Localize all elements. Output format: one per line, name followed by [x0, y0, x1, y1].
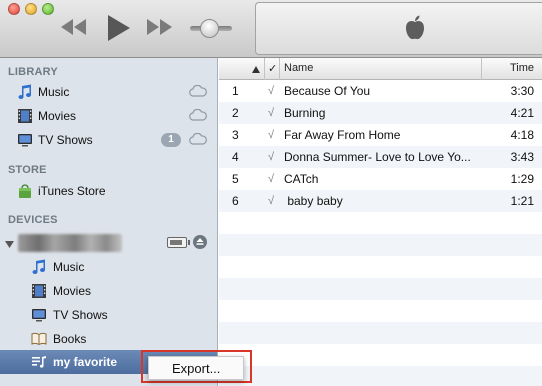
- device-name-obscured: [18, 234, 122, 252]
- now-playing-display: [255, 2, 542, 55]
- context-menu-item-export[interactable]: Export...: [172, 361, 220, 376]
- track-name: baby baby: [284, 194, 343, 208]
- sidebar-device[interactable]: [0, 230, 217, 256]
- close-window-button[interactable]: [8, 3, 20, 15]
- empty-row: [219, 366, 542, 386]
- library-header: LIBRARY: [8, 66, 58, 78]
- table-row[interactable]: 1 √ Because Of You 3:30: [219, 80, 542, 102]
- film-icon: [31, 283, 47, 299]
- empty-row: [219, 300, 542, 322]
- device-item-tv-shows[interactable]: TV Shows: [0, 303, 217, 327]
- fast-forward-icon[interactable]: [146, 18, 174, 36]
- track-checkbox[interactable]: √: [268, 151, 274, 163]
- store-header: STORE: [8, 164, 47, 176]
- volume-knob[interactable]: [200, 19, 219, 38]
- battery-icon: [167, 237, 190, 248]
- sidebar-item-label: Music: [38, 85, 70, 99]
- apple-logo-icon: [404, 15, 426, 44]
- icloud-icon[interactable]: [189, 108, 207, 124]
- empty-row: [219, 344, 542, 366]
- tv-icon: [31, 307, 47, 323]
- tv-icon: [17, 132, 33, 148]
- table-row[interactable]: 5 √ CATch 1:29: [219, 168, 542, 190]
- rewind-icon[interactable]: [60, 18, 88, 36]
- unwatched-count-badge: 1: [161, 133, 181, 147]
- devices-header: DEVICES: [8, 214, 58, 226]
- context-menu: Export...: [148, 356, 244, 380]
- sidebar-item-tv-shows[interactable]: TV Shows 1: [0, 128, 217, 152]
- sidebar-item-label: Movies: [38, 109, 77, 123]
- play-icon[interactable]: [106, 14, 132, 42]
- column-header-name[interactable]: Name: [284, 62, 313, 74]
- empty-row: [219, 278, 542, 300]
- track-checkbox[interactable]: √: [268, 107, 274, 119]
- table-row[interactable]: 4 √ Donna Summer- Love to Love Yo... 3:4…: [219, 146, 542, 168]
- disclosure-triangle-icon[interactable]: [5, 238, 14, 252]
- device-item-movies[interactable]: Movies: [0, 279, 217, 303]
- track-number: 5: [232, 172, 239, 186]
- music-note-icon: [17, 84, 33, 100]
- track-list: ✓ Name Time 1 √ Because Of You 3:30 2 √ …: [219, 58, 542, 386]
- track-checkbox[interactable]: √: [268, 195, 274, 207]
- music-note-icon: [31, 259, 47, 275]
- sidebar-item-label: Music: [53, 260, 85, 274]
- sidebar-item-label: Books: [53, 332, 87, 346]
- empty-row: [219, 234, 542, 256]
- track-time: 4:21: [510, 106, 534, 120]
- column-divider: [481, 58, 482, 80]
- table-row[interactable]: 6 √ baby baby 1:21: [219, 190, 542, 212]
- book-icon: [31, 331, 47, 347]
- empty-row: [219, 322, 542, 344]
- track-time: 1:21: [510, 194, 534, 208]
- shopping-bag-icon: [17, 183, 33, 199]
- track-name: Far Away From Home: [284, 128, 401, 142]
- track-number: 2: [232, 106, 239, 120]
- track-time: 4:18: [510, 128, 534, 142]
- track-time: 3:43: [510, 150, 534, 164]
- sidebar-item-label: TV Shows: [53, 308, 108, 322]
- column-divider: [279, 58, 280, 80]
- empty-row: [219, 212, 542, 234]
- minimize-window-button[interactable]: [25, 3, 37, 15]
- track-number: 4: [232, 150, 239, 164]
- sidebar-item-label: TV Shows: [38, 133, 93, 147]
- eject-icon[interactable]: [193, 235, 207, 249]
- track-name: Burning: [284, 106, 326, 120]
- sidebar-item-music[interactable]: Music: [0, 80, 217, 104]
- track-name: CATch: [284, 172, 319, 186]
- sort-ascending-icon[interactable]: [252, 64, 260, 76]
- column-divider: [264, 58, 265, 80]
- track-checkbox[interactable]: √: [268, 129, 274, 141]
- table-row[interactable]: 2 √ Burning 4:21: [219, 102, 542, 124]
- icloud-icon[interactable]: [189, 84, 207, 100]
- icloud-icon[interactable]: [189, 132, 207, 148]
- track-number: 6: [232, 194, 239, 208]
- playlist-icon: [31, 354, 47, 370]
- device-item-books[interactable]: Books: [0, 327, 217, 351]
- sidebar-item-itunes-store[interactable]: iTunes Store: [0, 179, 217, 203]
- sidebar-item-movies[interactable]: Movies: [0, 104, 217, 128]
- column-header-time[interactable]: Time: [510, 62, 534, 74]
- track-checkbox[interactable]: √: [268, 173, 274, 185]
- track-number: 1: [232, 84, 239, 98]
- zoom-window-button[interactable]: [42, 3, 54, 15]
- track-name: Donna Summer- Love to Love Yo...: [284, 150, 471, 164]
- sidebar-item-label: Movies: [53, 284, 92, 298]
- track-name: Because Of You: [284, 84, 371, 98]
- track-time: 3:30: [510, 84, 534, 98]
- track-list-header: ✓ Name Time: [219, 58, 542, 80]
- track-checkbox[interactable]: √: [268, 85, 274, 97]
- player-toolbar: [0, 0, 542, 58]
- sidebar-item-label: iTunes Store: [38, 184, 106, 198]
- column-header-check[interactable]: ✓: [268, 62, 277, 75]
- sidebar-item-label: my favorite: [53, 355, 118, 369]
- empty-row: [219, 256, 542, 278]
- table-row[interactable]: 3 √ Far Away From Home 4:18: [219, 124, 542, 146]
- track-number: 3: [232, 128, 239, 142]
- sidebar: LIBRARY Music Movies TV Shows 1 STORE iT…: [0, 58, 218, 386]
- film-icon: [17, 108, 33, 124]
- track-time: 1:29: [510, 172, 534, 186]
- device-item-music[interactable]: Music: [0, 255, 217, 279]
